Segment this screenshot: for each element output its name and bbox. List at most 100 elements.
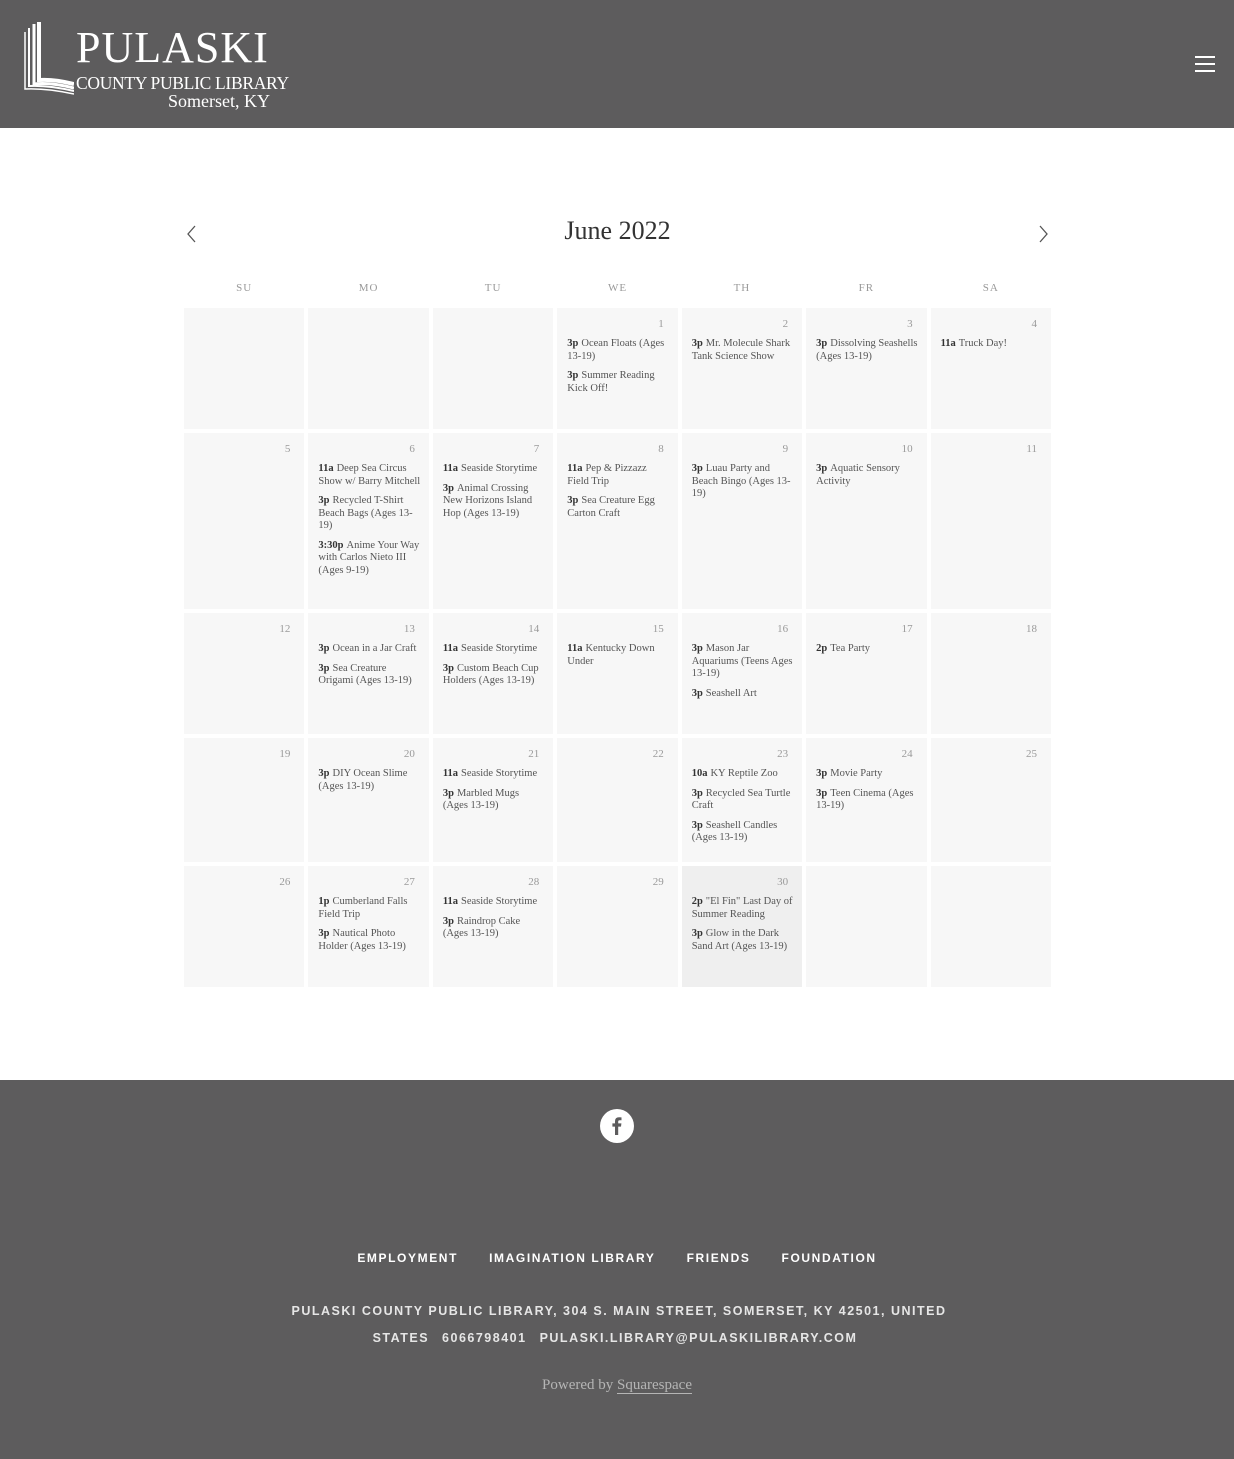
day-number: 4 (1031, 318, 1038, 330)
event-time: 3:30p (318, 539, 344, 551)
event-time: 11a (442, 463, 459, 474)
next-month-button[interactable] (1031, 220, 1051, 248)
event-time: 11a (318, 463, 334, 474)
calendar-event[interactable]: 3p Animal Crossing New Horizons Island Ho… (443, 483, 545, 521)
calendar-event[interactable]: 3p Raindrop Cake (Ages 13-19) (443, 916, 545, 941)
day-cell[interactable]: 21 11a Seaside Storytime 3p Marbled Mugs (Ag… (432, 738, 554, 862)
day-cell[interactable]: 5 (184, 433, 305, 609)
calendar-event[interactable]: 3p Dissolving Seashells (Ages 13-19) (816, 338, 918, 363)
day-cell[interactable]: 23 10a KY Reptile Zoo 3p Recycled Sea Turtle… (681, 738, 803, 862)
calendar-event[interactable]: 11a Pep & Pizzazz Field Trip (567, 463, 669, 488)
calendar-event[interactable]: 3p Seashell Candles (Ages 13-19) (692, 820, 794, 845)
day-number: 15 (652, 623, 664, 635)
day-cell[interactable]: 26 (184, 866, 305, 987)
calendar-event[interactable]: 3p Custom Beach Cup Holders (Ages 13-19) (443, 663, 545, 688)
day-cell[interactable]: 24 3p Movie Party 3p Teen Cinema (Ages 13-19… (806, 738, 927, 862)
calendar-event[interactable]: 3p Movie Party (816, 768, 918, 781)
calendar-event[interactable]: 3p Aquatic Sensory Activity (816, 463, 918, 488)
calendar-event[interactable]: 3:30p Anime Your Way with Carlos Nieto II… (318, 540, 420, 578)
footer-link-friends[interactable]: FRIENDS (687, 1251, 751, 1265)
hamburger-menu-icon[interactable] (1192, 52, 1218, 76)
logo-subtitle: COUNTY PUBLIC LIBRARY (76, 73, 289, 93)
calendar-event[interactable]: 3p Glow in the Dark Sand Art (Ages 13-19) (692, 928, 794, 953)
calendar-event[interactable]: 3p Recycled T-Shirt Beach Bags (Ages 13-1… (318, 495, 420, 533)
day-cell[interactable]: 14 11a Seaside Storytime 3p Custom Beach Cup… (432, 613, 554, 734)
day-cell[interactable]: 1 3p Ocean Floats (Ages 13-19) 3p Summer Rea… (557, 308, 678, 429)
event-title: Aquatic Sensory Activity (816, 463, 900, 487)
day-cell[interactable]: 25 (930, 738, 1051, 862)
day-cell[interactable]: 29 (557, 866, 678, 987)
calendar-event[interactable]: 3p Ocean in a Jar Craft (318, 643, 420, 656)
empty-day-cell (184, 308, 305, 429)
calendar-event[interactable]: 3p Summer Reading Kick Off! (567, 370, 669, 395)
library-logo[interactable]: PULASKI COUNTY PUBLIC LIBRARY Somerset, … (22, 20, 289, 112)
calendar-event[interactable]: 10a KY Reptile Zoo (692, 768, 794, 781)
calendar-event[interactable]: 2p Tea Party (816, 643, 918, 656)
calendar-event[interactable]: 3p Nautical Photo Holder (Ages 13-19) (318, 928, 420, 953)
event-title: Ocean in a Jar Craft (332, 643, 417, 654)
day-cell[interactable]: 15 11a Kentucky Down Under (557, 613, 678, 734)
calendar-event[interactable]: 3p Seashell Art (692, 688, 794, 701)
calendar-event[interactable]: 3p Mason Jar Aquariums (Teens Ages 13-19) (692, 643, 794, 681)
facebook-icon[interactable] (600, 1109, 634, 1143)
calendar-event[interactable]: 11a Seaside Storytime (443, 768, 545, 781)
footer-link-imagination-library[interactable]: IMAGINATION LIBRARY (489, 1251, 655, 1265)
day-cell[interactable]: 28 11a Seaside Storytime 3p Raindrop Cake (A… (432, 866, 554, 987)
calendar-event[interactable]: 3p Ocean Floats (Ages 13-19) (567, 338, 669, 363)
day-cell[interactable]: 8 11a Pep & Pizzazz Field Trip 3p Sea Creatu… (557, 433, 678, 609)
footer-link-employment[interactable]: EMPLOYMENT (357, 1251, 458, 1265)
day-number: 5 (284, 443, 291, 455)
calendar-event[interactable]: 11a Seaside Storytime (443, 463, 545, 476)
day-cell[interactable]: 12 (184, 613, 305, 734)
calendar-event[interactable]: 3p Mr. Molecule Shark Tank Science Show (692, 338, 794, 363)
footer-link-foundation[interactable]: FOUNDATION (782, 1251, 877, 1265)
event-title: Animal Crossing New Horizons Island Hop … (442, 482, 533, 519)
day-cell[interactable]: 7 11a Seaside Storytime 3p Animal Crossing N… (432, 433, 554, 609)
weekday-label: SA (982, 282, 999, 294)
calendar-event[interactable]: 3p Marbled Mugs (Ages 13-19) (443, 788, 545, 813)
calendar-event[interactable]: 3p Sea Creature Origami (Ages 13-19) (318, 663, 420, 688)
day-cell[interactable]: 9 3p Luau Party and Beach Bingo (Ages 13-1… (681, 433, 803, 609)
calendar-event[interactable]: 11a Truck Day! (941, 338, 1043, 351)
empty-day-cell (806, 866, 927, 987)
event-time: 3p (691, 687, 703, 699)
month-title: June 2022 (564, 216, 671, 245)
event-time: 3p (318, 768, 330, 779)
day-cell[interactable]: 13 3p Ocean in a Jar Craft 3p Sea Creature O… (308, 613, 429, 734)
event-time: 3p (442, 482, 454, 494)
day-cell[interactable]: 6 11a Deep Sea Circus Show w/ Barry Mitche… (308, 433, 429, 609)
calendar-event[interactable]: 3p Sea Creature Egg Carton Craft (567, 495, 669, 520)
squarespace-link[interactable]: Squarespace (617, 1377, 692, 1394)
calendar-event[interactable]: 11a Deep Sea Circus Show w/ Barry Mitchel… (318, 463, 420, 488)
day-cell[interactable]: 17 2p Tea Party (806, 613, 927, 734)
footer-phone[interactable]: 6066798401 (442, 1331, 527, 1345)
calendar-event[interactable]: 3p Recycled Sea Turtle Craft (692, 788, 794, 813)
day-number: 21 (528, 748, 540, 760)
calendar-event[interactable]: 3p DIY Ocean Slime (Ages 13-19) (318, 768, 420, 793)
day-cell[interactable]: 10 3p Aquatic Sensory Activity (806, 433, 927, 609)
day-cell[interactable]: 20 3p DIY Ocean Slime (Ages 13-19) (308, 738, 429, 862)
day-cell[interactable]: 27 1p Cumberland Falls Field Trip 3p Nautica… (308, 866, 429, 987)
day-cell[interactable]: 22 (557, 738, 678, 862)
calendar-event[interactable]: 3p Teen Cinema (Ages 13-19) (816, 788, 918, 813)
calendar-event[interactable]: 11a Seaside Storytime (443, 643, 545, 656)
day-cell[interactable]: 19 (184, 738, 305, 862)
event-time: 11a (442, 768, 459, 779)
event-title: Seaside Storytime (461, 768, 538, 779)
day-cell[interactable]: 2 3p Mr. Molecule Shark Tank Science Show (681, 308, 803, 429)
day-cell[interactable]: 3 3p Dissolving Seashells (Ages 13-19) (806, 308, 927, 429)
calendar-event[interactable]: 1p Cumberland Falls Field Trip (318, 896, 420, 921)
calendar-event[interactable]: 11a Seaside Storytime (443, 896, 545, 909)
footer-email[interactable]: PULASKI.LIBRARY@PULASKILIBRARY.COM (540, 1331, 858, 1345)
day-number (941, 876, 1043, 890)
day-cell[interactable]: 18 (930, 613, 1051, 734)
event-time: 3p (567, 338, 579, 349)
calendar-event[interactable]: 3p Luau Party and Beach Bingo (Ages 13-19… (692, 463, 794, 501)
calendar-event[interactable]: 11a Kentucky Down Under (567, 643, 669, 668)
day-cell[interactable]: 4 11a Truck Day! (930, 308, 1051, 429)
day-cell[interactable]: 16 3p Mason Jar Aquariums (Teens Ages 13-1… (681, 613, 803, 734)
day-cell[interactable]: 11 (930, 433, 1051, 609)
calendar-event[interactable]: 2p "El Fin" Last Day of Summer Reading (692, 896, 794, 921)
day-cell[interactable]: 30 2p "El Fin" Last Day of Summer Reading 3… (681, 866, 803, 987)
weekday-label: SU (236, 282, 253, 294)
